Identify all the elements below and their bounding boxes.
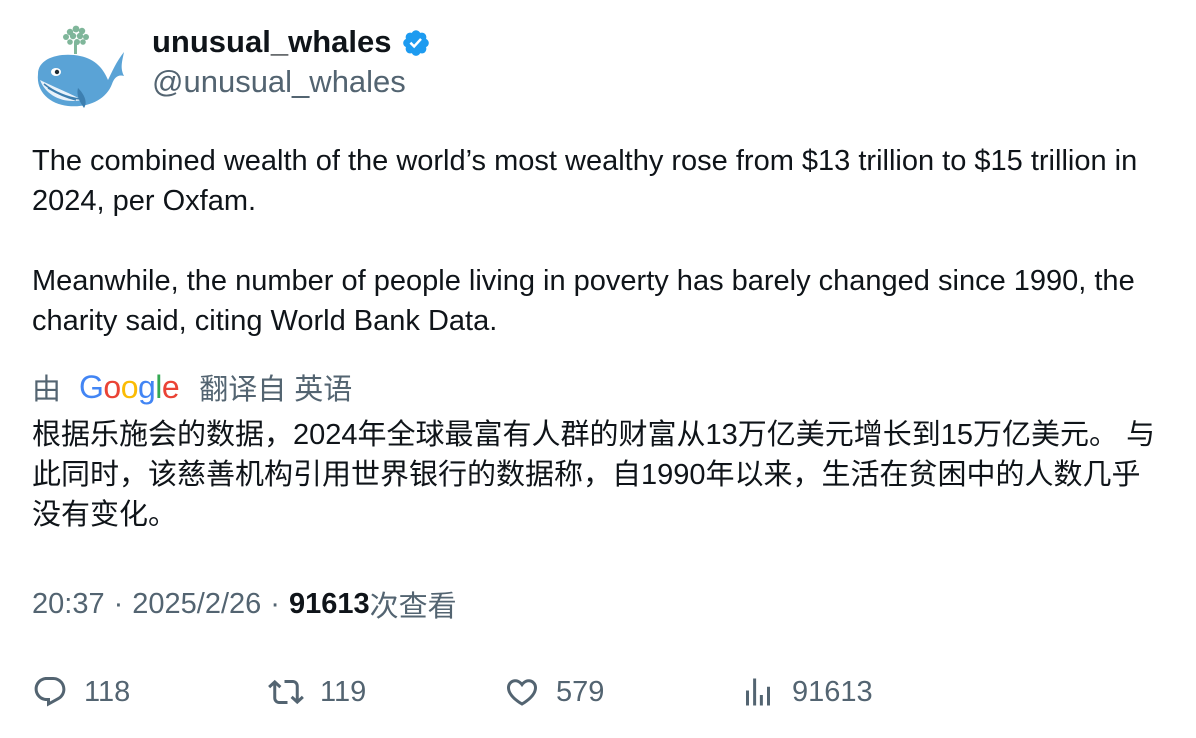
tweet-meta: 20:37 · 2025/2/26 · 91613 次查看 <box>32 584 457 624</box>
tweet-text: The combined wealth of the world’s most … <box>32 141 1162 341</box>
translated-by-label: 由 <box>32 374 62 406</box>
reply-button[interactable]: 118 <box>32 670 130 714</box>
avatar[interactable] <box>30 22 128 114</box>
tweet-date[interactable]: 2025/2/26 <box>132 588 261 621</box>
retweet-count: 119 <box>320 675 367 708</box>
tweet-paragraph: The combined wealth of the world’s most … <box>32 145 1138 217</box>
author-display-name[interactable]: unusual_whales <box>152 22 391 62</box>
author-name-row: unusual_whales <box>152 22 431 62</box>
retweet-button[interactable]: 119 <box>268 670 366 714</box>
views-action-count: 91613 <box>792 675 873 708</box>
views-button[interactable]: 91613 <box>740 670 873 714</box>
translated-from-label[interactable]: 翻译自 英语 <box>199 366 352 408</box>
tweet-actions: 118 119 579 91613 <box>32 670 1162 714</box>
reply-icon <box>34 677 66 707</box>
meta-separator: · <box>113 587 124 620</box>
google-logo[interactable]: Google <box>79 369 180 406</box>
like-button[interactable]: 579 <box>504 670 604 714</box>
verified-badge-icon[interactable] <box>401 28 431 58</box>
like-count: 579 <box>556 675 605 708</box>
heart-icon <box>506 679 538 706</box>
tweet-paragraph: Meanwhile, the number of people living i… <box>32 265 1135 337</box>
views-label[interactable]: 次查看 <box>370 583 457 625</box>
analytics-icon <box>746 678 770 706</box>
whale-icon <box>37 25 124 108</box>
retweet-icon <box>268 679 304 705</box>
reply-count: 118 <box>84 675 131 708</box>
translated-text: 根据乐施会的数据，2024年全球最富有人群的财富从13万亿美元增长到15万亿美元… <box>32 419 1156 531</box>
tweet-time[interactable]: 20:37 <box>32 588 105 621</box>
views-count[interactable]: 91613 <box>289 588 370 621</box>
translation-attribution: 由 Google 翻译自 英语 <box>32 367 352 407</box>
author-handle[interactable]: @unusual_whales <box>152 62 406 102</box>
meta-separator: · <box>270 587 280 620</box>
